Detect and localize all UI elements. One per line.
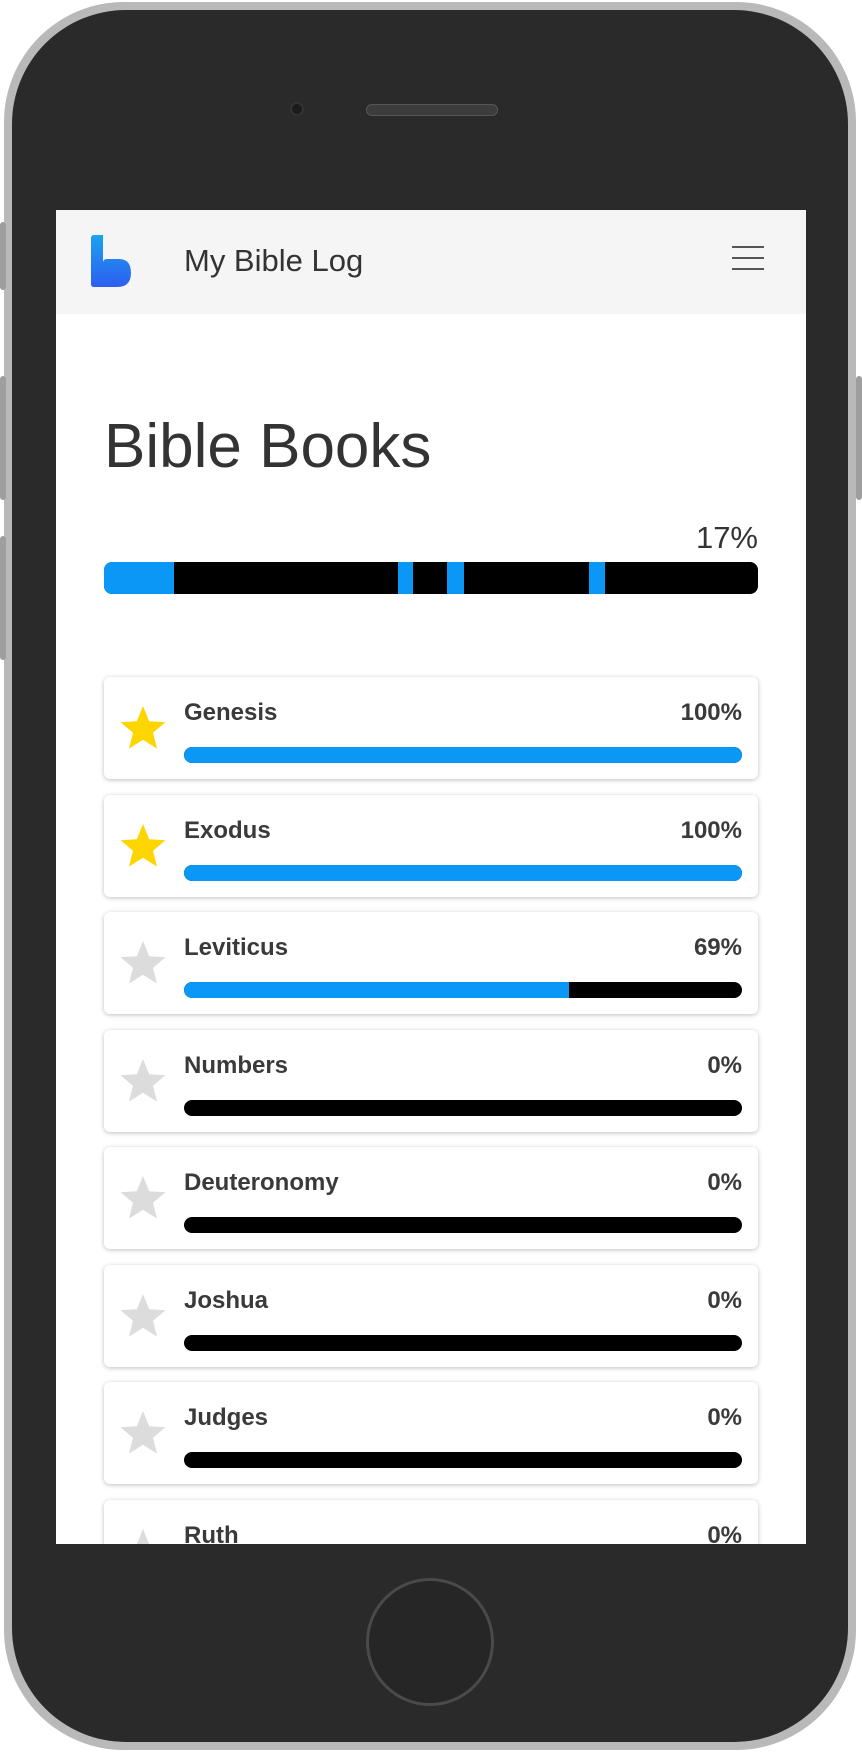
book-progress-fill xyxy=(184,747,742,763)
book-progress-bar xyxy=(184,1099,742,1116)
book-card[interactable]: Genesis 100% xyxy=(104,677,758,779)
book-progress-bar xyxy=(184,1452,742,1468)
star-icon[interactable] xyxy=(118,1408,168,1458)
book-name: Ruth xyxy=(184,1521,239,1545)
book-progress-percent: 100% xyxy=(680,816,742,844)
hamburger-menu-icon[interactable] xyxy=(732,246,764,270)
front-camera xyxy=(290,102,304,116)
bible-log-logo-icon[interactable] xyxy=(89,235,131,287)
book-name: Exodus xyxy=(184,816,271,844)
book-progress-fill xyxy=(184,864,742,881)
book-card[interactable]: Joshua 0% xyxy=(104,1264,758,1367)
book-progress-percent: 100% xyxy=(680,699,742,726)
book-progress-bar xyxy=(184,747,742,763)
book-progress-percent: 0% xyxy=(707,1404,742,1431)
book-name: Joshua xyxy=(184,1286,269,1314)
phone-volume-down xyxy=(0,536,6,660)
book-name: Numbers xyxy=(184,1051,289,1079)
book-name: Judges xyxy=(184,1404,269,1431)
book-card[interactable]: Exodus 100% xyxy=(104,794,758,897)
book-name: Deuteronomy xyxy=(184,1169,339,1196)
phone-power-button xyxy=(856,376,862,500)
book-progress-bar xyxy=(184,1217,742,1233)
book-progress-percent: 0% xyxy=(707,1286,742,1314)
book-progress-bar xyxy=(184,1334,742,1351)
book-progress-percent: 69% xyxy=(693,934,742,961)
app-screen: My Bible Log Bible Books 17% Genesis 100%… xyxy=(56,210,806,1544)
book-card[interactable]: Deuteronomy 0% xyxy=(104,1147,758,1249)
phone-volume-up xyxy=(0,376,6,500)
overall-progress-segment xyxy=(447,562,465,594)
book-progress-percent: 0% xyxy=(707,1169,742,1196)
star-icon[interactable] xyxy=(118,821,168,871)
book-card[interactable]: Ruth 0% xyxy=(104,1499,758,1545)
book-progress-percent: 0% xyxy=(707,1521,742,1545)
star-icon[interactable] xyxy=(118,938,168,988)
book-progress-bar xyxy=(184,864,742,881)
book-card[interactable]: Judges 0% xyxy=(104,1382,758,1484)
overall-progress-bar xyxy=(104,562,758,594)
star-icon[interactable] xyxy=(118,1173,168,1223)
star-icon[interactable] xyxy=(118,1056,168,1106)
book-progress-percent: 0% xyxy=(707,1051,742,1079)
navbar: My Bible Log xyxy=(56,210,806,314)
star-icon[interactable] xyxy=(118,1526,168,1545)
page-title: Bible Books xyxy=(104,412,432,481)
app-title[interactable]: My Bible Log xyxy=(184,240,363,282)
book-progress-fill xyxy=(184,982,570,998)
book-name: Leviticus xyxy=(184,934,289,961)
overall-progress-segment xyxy=(588,562,605,594)
star-icon[interactable] xyxy=(118,703,168,753)
overall-progress-segment xyxy=(104,562,174,594)
book-card[interactable]: Leviticus 69% xyxy=(104,912,758,1014)
book-name: Genesis xyxy=(184,699,278,726)
earpiece-speaker xyxy=(366,104,498,116)
overall-progress-segment xyxy=(397,562,413,594)
overall-progress-percent: 17% xyxy=(695,520,758,555)
home-button[interactable] xyxy=(366,1578,494,1706)
star-icon[interactable] xyxy=(118,1291,168,1341)
book-progress-bar xyxy=(184,982,742,998)
book-card[interactable]: Numbers 0% xyxy=(104,1029,758,1132)
phone-mute-switch xyxy=(0,222,6,290)
